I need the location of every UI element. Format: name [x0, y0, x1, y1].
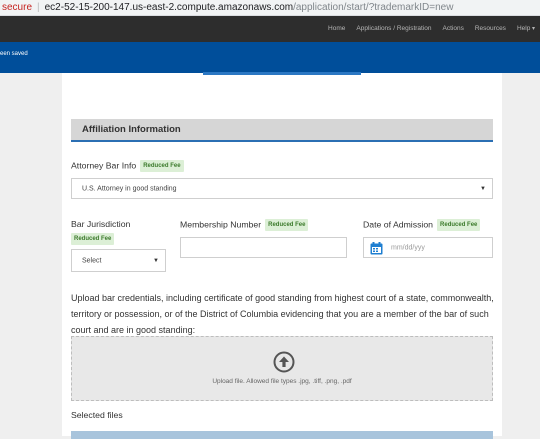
selected-files-list: [71, 431, 493, 439]
banner-message: een saved: [0, 51, 28, 57]
membership-number-label: Membership Number Reduced Fee: [180, 219, 309, 231]
upload-instructions: Upload bar credentials, including certif…: [71, 293, 494, 335]
file-upload-dropzone[interactable]: Upload file. Allowed file types .jpg, .t…: [71, 336, 493, 401]
url-separator: |: [37, 2, 40, 13]
bar-jurisdiction-label: Bar Jurisdiction: [71, 219, 131, 229]
top-navigation: Home Applications / Registration Actions…: [0, 16, 540, 42]
chevron-down-icon: ▼: [480, 185, 486, 192]
reduced-fee-badge: Reduced Fee: [71, 233, 115, 245]
bar-jurisdiction-value: Select: [82, 257, 102, 264]
nav-home[interactable]: Home: [322, 16, 350, 42]
caret-down-icon: ▾: [530, 26, 535, 32]
attorney-bar-info-label: Attorney Bar Info Reduced Fee: [71, 160, 184, 172]
nav-applications-registration[interactable]: Applications / Registration: [350, 16, 436, 42]
panel-top-accent: [203, 72, 361, 75]
nav-actions[interactable]: Actions: [437, 16, 469, 42]
url-path: /application/start/?trademarkID=new: [293, 2, 454, 13]
membership-number-label-text: Membership Number: [180, 219, 262, 230]
attorney-bar-info-value: U.S. Attorney in good standing: [82, 185, 177, 192]
calendar-icon[interactable]: [370, 242, 383, 255]
selected-files-label: Selected files: [71, 410, 123, 420]
date-of-admission-label-text: Date of Admission: [363, 219, 434, 230]
attorney-bar-info-select[interactable]: U.S. Attorney in good standing ▼: [71, 178, 493, 199]
nav-help[interactable]: Help ▾: [511, 16, 540, 42]
reduced-fee-badge: Reduced Fee: [265, 219, 309, 231]
url-host: ec2-52-15-200-147.us-east-2.compute.amaz…: [44, 2, 294, 13]
section-title: Affiliation Information: [82, 124, 181, 135]
nav-links: Home Applications / Registration Actions…: [322, 16, 540, 42]
browser-url-bar[interactable]: secure | ec2-52-15-200-147.us-east-2.compu…: [0, 0, 540, 16]
section-header: Affiliation Information: [71, 119, 493, 142]
membership-number-input[interactable]: [180, 237, 347, 258]
bar-jurisdiction-select[interactable]: Select ▼: [71, 249, 166, 272]
upload-arrow-icon: [273, 351, 295, 373]
status-banner: een saved: [0, 42, 540, 73]
security-indicator: secure: [2, 2, 33, 13]
nav-resources[interactable]: Resources: [469, 16, 511, 42]
date-of-admission-input[interactable]: mm/dd/yyy: [363, 237, 493, 258]
date-of-admission-label: Date of Admission Reduced Fee: [363, 219, 481, 231]
reduced-fee-badge: Reduced Fee: [140, 160, 184, 172]
form-panel: Affiliation Information Attorney Bar Inf…: [62, 73, 502, 439]
upload-hint: Upload file. Allowed file types .jpg, .t…: [212, 378, 352, 385]
chevron-down-icon: ▼: [153, 257, 159, 264]
reduced-fee-badge: Reduced Fee: [437, 219, 481, 231]
nav-help-label: Help: [516, 25, 531, 32]
date-of-admission-placeholder: mm/dd/yyy: [391, 244, 425, 251]
attorney-bar-info-label-text: Attorney Bar Info: [71, 160, 137, 171]
